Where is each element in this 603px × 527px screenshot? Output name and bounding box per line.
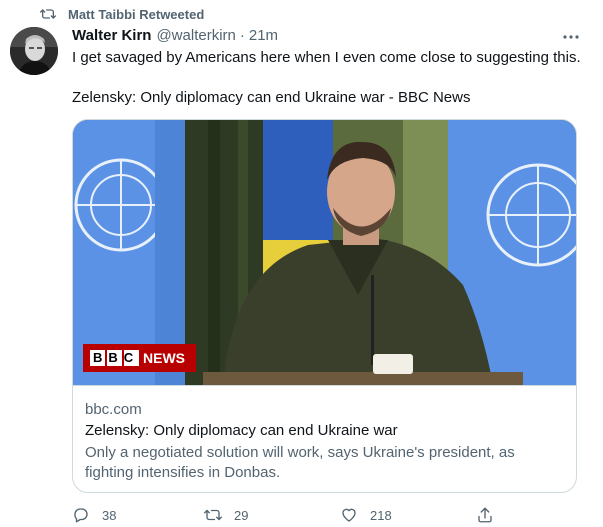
tweet-actions: 38 29 218 [72, 505, 502, 527]
author-name[interactable]: Walter Kirn [72, 26, 151, 46]
share-button[interactable] [476, 505, 494, 525]
card-title: Zelensky: Only diplomacy can end Ukraine… [85, 422, 398, 439]
link-card[interactable]: BBC NEWS bbc.com Zelensky: Only diplomac… [72, 119, 577, 493]
tweet-text-line-2: Zelensky: Only diplomacy can end Ukraine… [72, 89, 471, 106]
retweet-icon [40, 6, 56, 22]
share-icon [476, 506, 494, 524]
retweet-icon [204, 506, 222, 524]
heart-icon [340, 506, 358, 524]
timestamp[interactable]: 21m [249, 26, 278, 46]
card-description: Only a negotiated solution will work, sa… [85, 444, 515, 481]
retweet-button[interactable]: 29 [204, 505, 248, 525]
retweeted-by-label: Matt Taibbi Retweeted [68, 6, 205, 22]
reply-icon [72, 506, 90, 524]
tweet-text-line-1: I get savaged by Americans here when I e… [72, 49, 581, 66]
separator-dot: · [239, 27, 245, 44]
like-count: 218 [370, 507, 392, 523]
bbc-brand-text: BBC [93, 350, 140, 365]
card-image[interactable]: BBC NEWS [73, 120, 576, 385]
like-button[interactable]: 218 [340, 505, 392, 525]
retweet-context[interactable]: Matt Taibbi Retweeted [40, 6, 204, 22]
tweet-header: Walter Kirn @walterkirn · 21m [72, 26, 278, 46]
card-info[interactable]: bbc.com Zelensky: Only diplomacy can end… [73, 385, 576, 492]
card-domain: bbc.com [85, 401, 142, 418]
avatar[interactable] [10, 27, 58, 75]
author-handle[interactable]: @walterkirn [156, 26, 235, 46]
retweet-count: 29 [234, 507, 249, 523]
bbc-letters: BBC [90, 350, 139, 366]
reply-count: 38 [102, 507, 117, 523]
news-badge-text: NEWS [143, 350, 185, 366]
more-options-icon[interactable] [562, 28, 580, 46]
reply-button[interactable]: 38 [72, 505, 116, 525]
